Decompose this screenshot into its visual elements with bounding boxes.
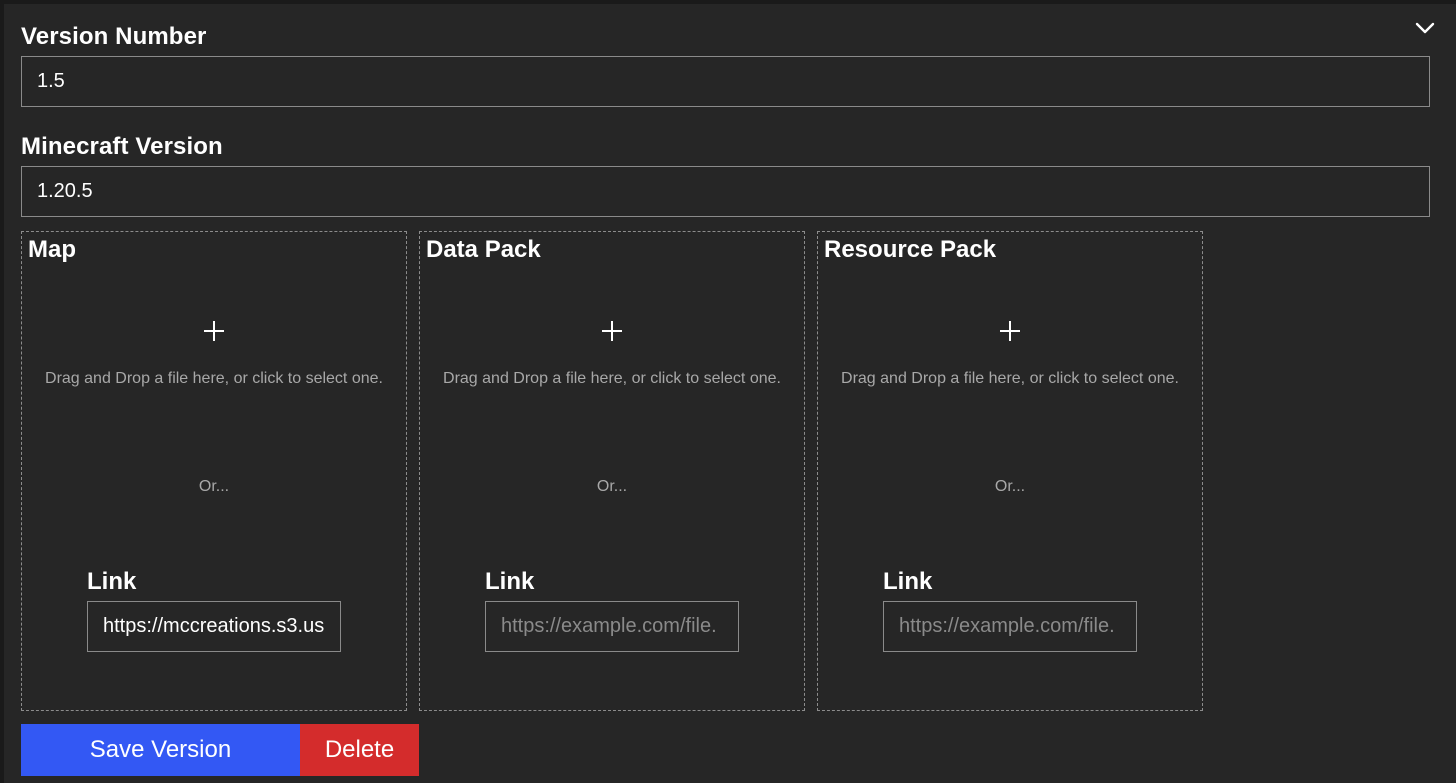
dropzone-help-text: Drag and Drop a file here, or click to s… [45, 370, 383, 387]
version-number-label: Version Number [21, 23, 207, 50]
minecraft-version-label: Minecraft Version [21, 133, 223, 160]
map-link-input[interactable] [87, 601, 341, 652]
dropzone-or-text: Or... [994, 478, 1026, 495]
dropzone-or-text: Or... [198, 478, 230, 495]
dropzone-help-text: Drag and Drop a file here, or click to s… [841, 370, 1179, 387]
version-number-input[interactable] [21, 56, 1430, 107]
link-label: Link [883, 568, 933, 595]
dropzone-title: Resource Pack [824, 236, 997, 263]
data-pack-dropzone[interactable]: Data Pack Drag and Drop a file here, or … [419, 231, 805, 711]
plus-icon[interactable] [22, 320, 406, 347]
dropzone-title: Map [28, 236, 76, 263]
plus-icon[interactable] [420, 320, 804, 347]
resource-pack-link-input[interactable] [883, 601, 1137, 652]
delete-button[interactable]: Delete [300, 724, 419, 776]
dropzone-help-text: Drag and Drop a file here, or click to s… [443, 370, 781, 387]
link-label: Link [87, 568, 137, 595]
minecraft-version-input[interactable] [21, 166, 1430, 217]
data-pack-link-input[interactable] [485, 601, 739, 652]
plus-icon[interactable] [818, 320, 1202, 347]
dropzone-title: Data Pack [426, 236, 541, 263]
version-panel: Version Number Minecraft Version Map Dra… [4, 4, 1456, 783]
chevron-down-icon[interactable] [1410, 14, 1440, 42]
dropzone-or-text: Or... [596, 478, 628, 495]
save-version-button[interactable]: Save Version [21, 724, 300, 776]
map-dropzone[interactable]: Map Drag and Drop a file here, or click … [21, 231, 407, 711]
resource-pack-dropzone[interactable]: Resource Pack Drag and Drop a file here,… [817, 231, 1203, 711]
link-label: Link [485, 568, 535, 595]
